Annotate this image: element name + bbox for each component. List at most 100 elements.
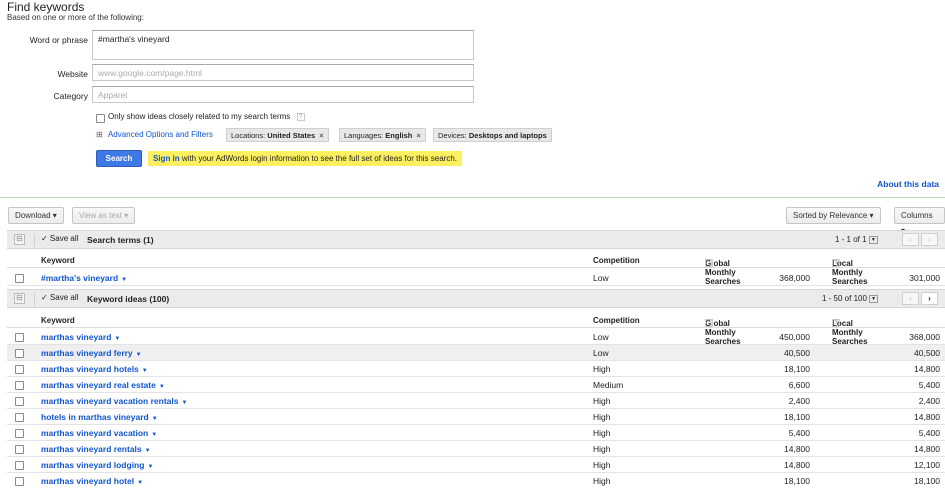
local-cell: 12,100 [914,460,940,470]
language-chip[interactable]: Languages: English × [339,128,426,142]
close-icon[interactable]: × [416,131,420,140]
keyword-text[interactable]: marthas vineyard ferry [41,348,133,358]
keyword-text[interactable]: #martha's vineyard [41,273,118,283]
help-icon[interactable]: ? [705,319,713,327]
row-checkbox[interactable] [15,349,24,358]
help-icon[interactable]: ? [832,319,840,327]
close-icon[interactable]: × [319,131,323,140]
expand-icon[interactable]: ⊞ [96,130,103,139]
competition-cell: Medium [593,380,624,390]
keyword-text[interactable]: marthas vineyard lodging [41,460,144,470]
keyword-link[interactable]: #martha's vineyard ▼ [41,273,127,283]
keyword-link[interactable]: marthas vineyard hotel ▼ [41,476,143,486]
download-button[interactable]: Download ▾ [8,207,64,224]
keyword-text[interactable]: marthas vineyard vacation rentals [41,396,178,406]
col-competition[interactable]: Competition [593,256,640,265]
keyword-link[interactable]: marthas vineyard real estate ▼ [41,380,165,390]
pager-text: 1 - 50 of 100 [822,294,867,303]
next-page-button[interactable]: › [921,292,938,305]
dropdown-icon[interactable]: ▼ [181,400,187,406]
advanced-options-link[interactable]: Advanced Options and Filters [108,130,213,139]
local-cell: 301,000 [909,273,940,283]
row-checkbox[interactable] [15,413,24,422]
only-related-row: Only show ideas closely related to my se… [108,112,305,121]
dropdown-icon[interactable]: ▼ [147,464,153,470]
next-page-button[interactable]: › [921,233,938,246]
keyword-text[interactable]: marthas vineyard vacation [41,428,148,438]
competition-cell: High [593,460,611,470]
sort-button[interactable]: Sorted by Relevance ▾ [786,207,881,224]
pager: 1 - 1 of 1 ▼ [835,235,878,244]
row-checkbox[interactable] [15,461,24,470]
pager: 1 - 50 of 100 ▼ [822,294,879,303]
prev-page-button[interactable]: ‹ [902,233,919,246]
column-headers: Keyword Competition Global Monthly Searc… [7,253,945,286]
columns-button[interactable]: Columns ▾ [894,207,945,235]
row-checkbox[interactable] [15,429,24,438]
page-select-icon[interactable]: ▼ [868,235,878,244]
keyword-text[interactable]: marthas vineyard real estate [41,380,156,390]
page-subtitle: Based on one or more of the following: [7,13,144,22]
keyword-text[interactable]: hotels in marthas vineyard [41,412,149,422]
competition-cell: High [593,476,611,486]
col-competition[interactable]: Competition [593,316,640,325]
signin-link[interactable]: Sign in [153,154,180,163]
view-as-text-button[interactable]: View as text ▾ [72,207,136,224]
save-all-button[interactable]: ✓ Save all [34,234,78,247]
about-data-link[interactable]: About this data [877,179,939,189]
col-keyword[interactable]: Keyword [41,316,75,325]
keyword-ideas-header: ⊟ ✓ Save all Keyword ideas (100) 1 - 50 … [7,289,945,308]
location-chip[interactable]: Locations: United States × [226,128,329,142]
search-button[interactable]: Search [96,150,142,167]
table-row: marthas vineyard ferry ▼ Low 40,500 40,500 [7,345,945,361]
website-input[interactable]: www.google.com/page.html [92,64,474,81]
row-checkbox[interactable] [15,381,24,390]
keyword-text[interactable]: marthas vineyard [41,332,111,342]
help-icon[interactable]: ? [296,112,305,121]
col-keyword[interactable]: Keyword [41,256,75,265]
word-input[interactable]: #martha's vineyard [92,30,474,60]
device-chip[interactable]: Devices: Desktops and laptops [433,128,552,142]
keyword-text[interactable]: marthas vineyard hotel [41,476,134,486]
dropdown-icon[interactable]: ▼ [151,432,157,438]
category-input[interactable]: Apparel [92,86,474,103]
signin-notice-text: with your AdWords login information to s… [181,154,458,163]
row-checkbox[interactable] [15,477,24,486]
row-checkbox[interactable] [15,274,24,283]
collapse-icon[interactable]: ⊟ [14,293,25,304]
keyword-link[interactable]: marthas vineyard ferry ▼ [41,348,142,358]
help-icon[interactable]: ? [705,259,713,267]
row-checkbox[interactable] [15,445,24,454]
advanced-options-row[interactable]: ⊞ Advanced Options and Filters [96,130,213,139]
global-cell: 450,000 [779,332,810,342]
collapse-icon[interactable]: ⊟ [14,234,25,245]
dropdown-icon[interactable]: ▼ [142,368,148,374]
row-checkbox[interactable] [15,333,24,342]
dropdown-icon[interactable]: ▼ [152,416,158,422]
save-all-button[interactable]: ✓ Save all [34,293,78,306]
keyword-link[interactable]: marthas vineyard ▼ [41,332,120,342]
keyword-text[interactable]: marthas vineyard rentals [41,444,142,454]
keyword-link[interactable]: marthas vineyard lodging ▼ [41,460,153,470]
dropdown-icon[interactable]: ▼ [137,480,143,486]
dropdown-icon[interactable]: ▼ [145,448,151,454]
dropdown-icon[interactable]: ▼ [121,277,127,283]
local-cell: 14,800 [914,364,940,374]
keyword-link[interactable]: marthas vineyard rentals ▼ [41,444,151,454]
help-icon[interactable]: ? [832,259,840,267]
keyword-link[interactable]: marthas vineyard vacation ▼ [41,428,157,438]
table-row: marthas vineyard hotels ▼ High 18,100 14,800 [7,361,945,377]
row-checkbox[interactable] [15,397,24,406]
website-label: Website [57,69,88,79]
prev-page-button[interactable]: ‹ [902,292,919,305]
only-related-checkbox[interactable] [96,114,105,123]
keyword-link[interactable]: marthas vineyard vacation rentals ▼ [41,396,187,406]
keyword-link[interactable]: marthas vineyard hotels ▼ [41,364,148,374]
dropdown-icon[interactable]: ▼ [114,336,120,342]
row-checkbox[interactable] [15,365,24,374]
keyword-text[interactable]: marthas vineyard hotels [41,364,139,374]
dropdown-icon[interactable]: ▼ [159,384,165,390]
dropdown-icon[interactable]: ▼ [136,352,142,358]
keyword-link[interactable]: hotels in marthas vineyard ▼ [41,412,158,422]
page-select-icon[interactable]: ▼ [869,294,879,303]
